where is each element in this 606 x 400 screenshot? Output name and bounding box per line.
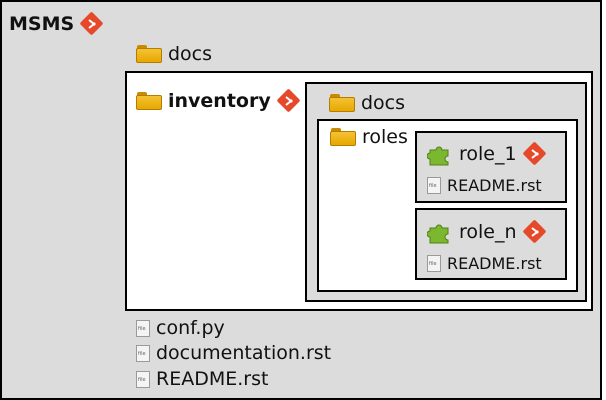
- folder-icon: [330, 128, 356, 146]
- folder-icon: [136, 92, 162, 110]
- inventory-label: inventory: [168, 90, 271, 112]
- role-1-readme-label: README.rst: [447, 176, 542, 195]
- inventory-docs-label: docs: [361, 92, 406, 114]
- inventory-docs-folder: docs: [329, 92, 405, 114]
- file-icon: [427, 177, 441, 194]
- file-conf-py: conf.py: [136, 317, 225, 339]
- inventory-folder: inventory: [136, 88, 301, 113]
- role-n-readme: README.rst: [427, 254, 542, 273]
- role-1-label: role_1: [459, 143, 517, 165]
- role-n-label: role_n: [459, 221, 517, 243]
- file-label: conf.py: [156, 317, 225, 339]
- file-icon: [136, 370, 150, 388]
- role-n-header: role_n: [427, 219, 547, 245]
- roles-label: roles: [362, 126, 408, 148]
- diagram: MSMS docs inventory docs roles role_1 fi…: [0, 0, 606, 400]
- top-docs-folder: docs: [136, 43, 212, 65]
- role-n-readme-label: README.rst: [447, 254, 542, 273]
- git-icon: [522, 219, 547, 244]
- file-label: documentation.rst: [156, 342, 332, 364]
- file-icon: [427, 255, 441, 272]
- roles-folder: roles: [330, 126, 408, 148]
- file-documentation-rst: documentation.rst: [136, 342, 331, 364]
- file-icon: [136, 344, 150, 362]
- git-icon: [522, 141, 547, 166]
- file-label: README.rst: [156, 368, 269, 390]
- puzzle-icon: [427, 146, 449, 166]
- top-docs-label: docs: [168, 43, 213, 65]
- role-1-header: role_1: [427, 141, 547, 167]
- git-icon: [79, 11, 104, 36]
- msms-root-label: MSMS: [9, 11, 104, 36]
- git-icon: [276, 88, 301, 113]
- file-readme-rst: README.rst: [136, 368, 268, 390]
- file-icon: [136, 319, 150, 337]
- msms-title: MSMS: [9, 13, 75, 35]
- folder-icon: [136, 45, 162, 63]
- puzzle-icon: [427, 224, 449, 244]
- role-1-readme: README.rst: [427, 176, 542, 195]
- folder-icon: [329, 94, 355, 112]
